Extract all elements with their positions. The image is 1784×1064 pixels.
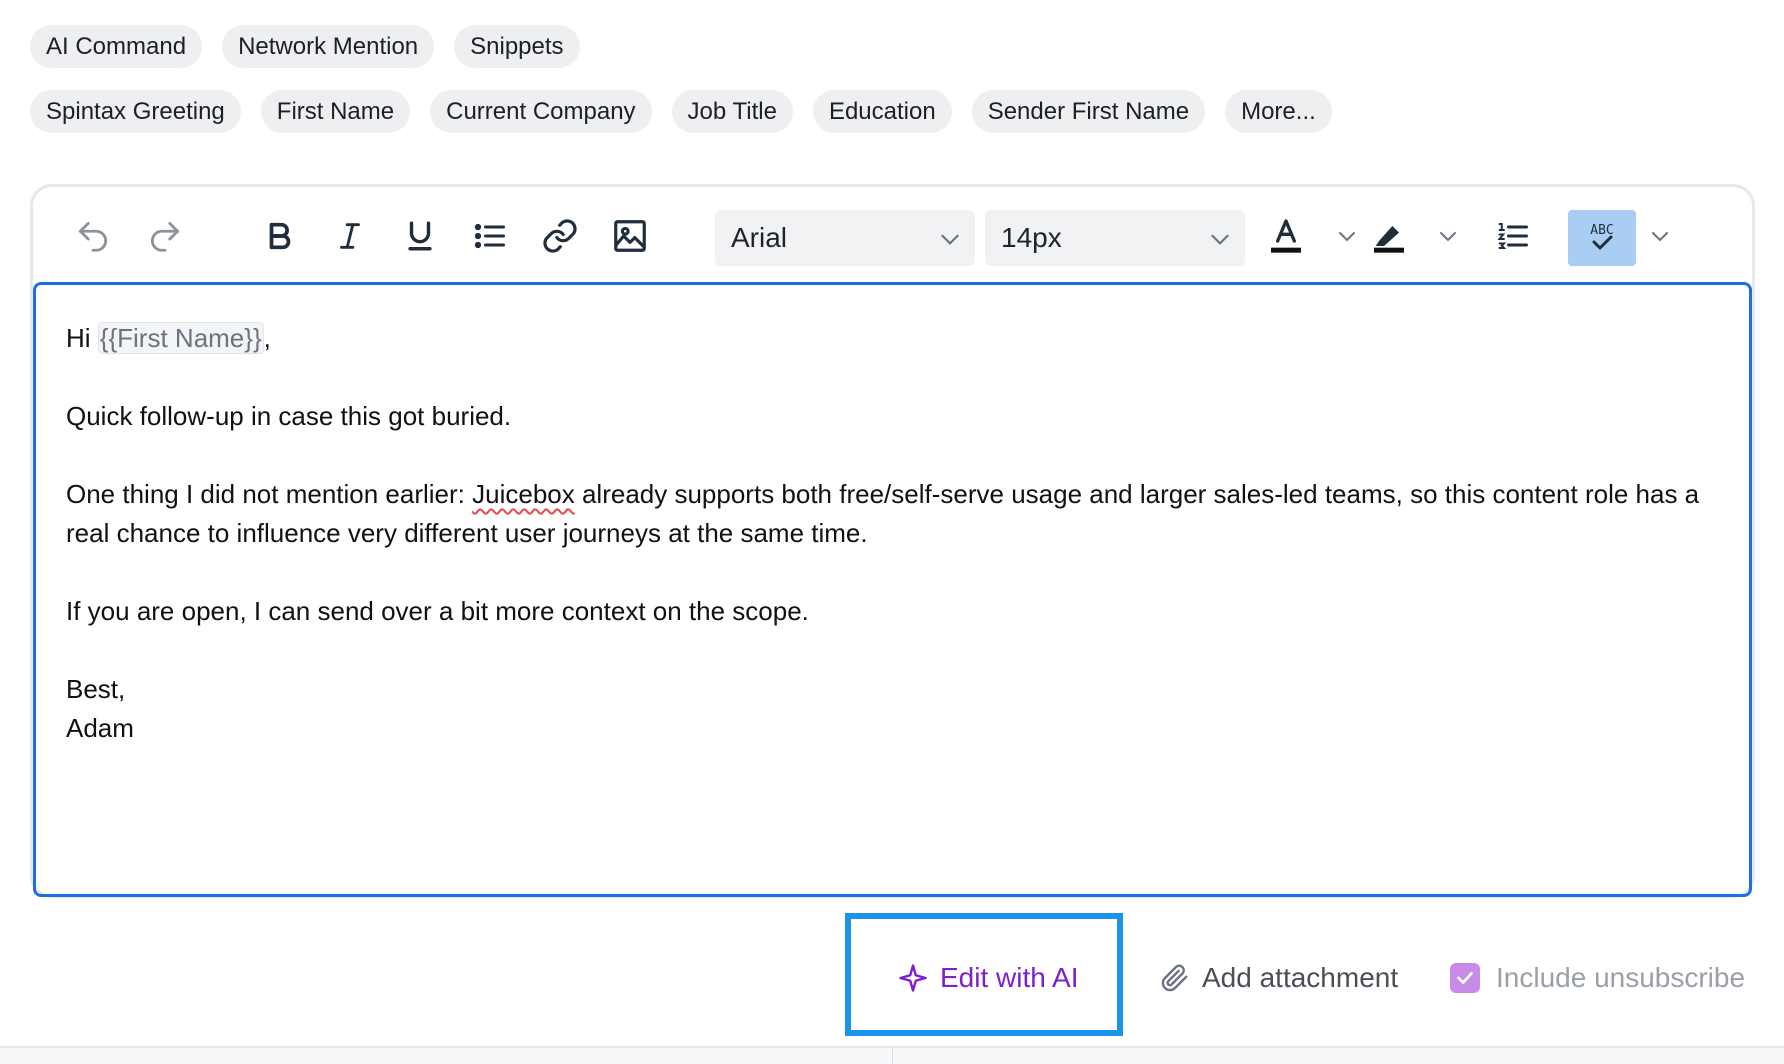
chip-current-company[interactable]: Current Company: [430, 90, 652, 133]
email-body-editor[interactable]: Hi {{First Name}}, Quick follow-up in ca…: [33, 282, 1752, 897]
include-unsubscribe-option: Include unsubscribe: [1450, 962, 1745, 994]
body-line-1: Quick follow-up in case this got buried.: [66, 401, 512, 431]
numbered-list-button[interactable]: [1489, 211, 1537, 261]
redo-button[interactable]: [141, 211, 189, 261]
variable-chips-row-2: Spintax Greeting First Name Current Comp…: [30, 90, 1332, 133]
bold-icon: [269, 222, 291, 250]
highlight-dropdown[interactable]: [1433, 211, 1463, 261]
variable-chips-row-1: AI Command Network Mention Snippets: [30, 25, 580, 68]
spellcheck-dropdown[interactable]: [1645, 211, 1675, 261]
chip-job-title[interactable]: Job Title: [671, 90, 793, 133]
include-unsubscribe-checkbox[interactable]: [1450, 963, 1480, 993]
editor-toolbar: Arial 14px ABC: [33, 187, 1752, 283]
greeting-line: Hi {{First Name}},: [66, 319, 1719, 358]
paperclip-icon: [1161, 964, 1188, 992]
chip-network-mention[interactable]: Network Mention: [222, 25, 435, 68]
first-name-variable[interactable]: {{First Name}}: [97, 322, 264, 354]
text-color-dropdown[interactable]: [1332, 211, 1362, 261]
bottom-divider: [892, 1048, 893, 1064]
edit-with-ai-label: Edit with AI: [940, 962, 1079, 993]
image-icon: [614, 220, 646, 252]
chip-spintax-greeting[interactable]: Spintax Greeting: [30, 90, 241, 133]
link-button[interactable]: [536, 211, 584, 261]
chip-sender-first-name[interactable]: Sender First Name: [971, 90, 1206, 133]
link-icon: [543, 219, 577, 253]
body-paragraph-2: One thing I did not mention earlier: Jui…: [66, 475, 1719, 553]
font-family-value: Arial: [731, 222, 788, 253]
chip-more[interactable]: More...: [1225, 90, 1332, 133]
include-unsubscribe-label: Include unsubscribe: [1496, 962, 1746, 993]
add-attachment-label: Add attachment: [1202, 962, 1399, 993]
chevron-down-icon: [1440, 232, 1456, 242]
text-color-icon: [1271, 219, 1301, 253]
chip-education[interactable]: Education: [812, 90, 952, 133]
checkmark-icon: [1457, 972, 1473, 984]
bold-button[interactable]: [256, 211, 304, 261]
chip-snippets[interactable]: Snippets: [454, 25, 580, 68]
signature: Adam: [66, 713, 134, 743]
greeting-text: Hi: [66, 323, 98, 353]
image-button[interactable]: [606, 211, 654, 261]
font-size-select[interactable]: 14px: [985, 210, 1245, 266]
underline-button[interactable]: [396, 211, 444, 261]
redo-icon: [150, 221, 180, 252]
underline-icon: [408, 221, 432, 251]
signoff: Best,: [66, 674, 126, 704]
email-editor: Arial 14px ABC Hi {{First Name}}, Quick …: [30, 184, 1755, 898]
chevron-down-icon: [1211, 234, 1229, 245]
body-text: One thing I did not mention earlier:: [66, 479, 473, 509]
chip-ai-command[interactable]: AI Command: [30, 25, 203, 68]
highlight-icon: [1374, 226, 1404, 253]
chevron-down-icon: [941, 234, 959, 245]
highlight-button[interactable]: [1365, 211, 1413, 261]
chevron-down-icon: [1652, 232, 1668, 242]
bullet-list-icon: [474, 223, 505, 249]
italic-icon: [340, 223, 360, 249]
spellcheck-button[interactable]: ABC: [1568, 210, 1636, 266]
edit-with-ai-button[interactable]: Edit with AI: [898, 962, 1079, 994]
italic-button[interactable]: [326, 211, 374, 261]
spellcheck-icon: ABC: [1590, 223, 1614, 250]
undo-button[interactable]: [69, 211, 117, 261]
bullet-list-button[interactable]: [466, 211, 514, 261]
body-line-3: If you are open, I can send over a bit m…: [66, 596, 809, 626]
font-size-value: 14px: [1001, 222, 1062, 253]
text-color-button[interactable]: [1262, 211, 1310, 261]
chip-first-name[interactable]: First Name: [260, 90, 411, 133]
undo-icon: [78, 221, 108, 252]
font-family-select[interactable]: Arial: [715, 210, 975, 266]
add-attachment-button[interactable]: Add attachment: [1160, 962, 1398, 994]
greeting-comma: ,: [263, 323, 271, 353]
chevron-down-icon: [1339, 232, 1355, 242]
misspelled-word[interactable]: Juicebox: [472, 479, 575, 509]
sparkle-icon: [899, 964, 927, 992]
numbered-list-icon: [1497, 223, 1528, 249]
